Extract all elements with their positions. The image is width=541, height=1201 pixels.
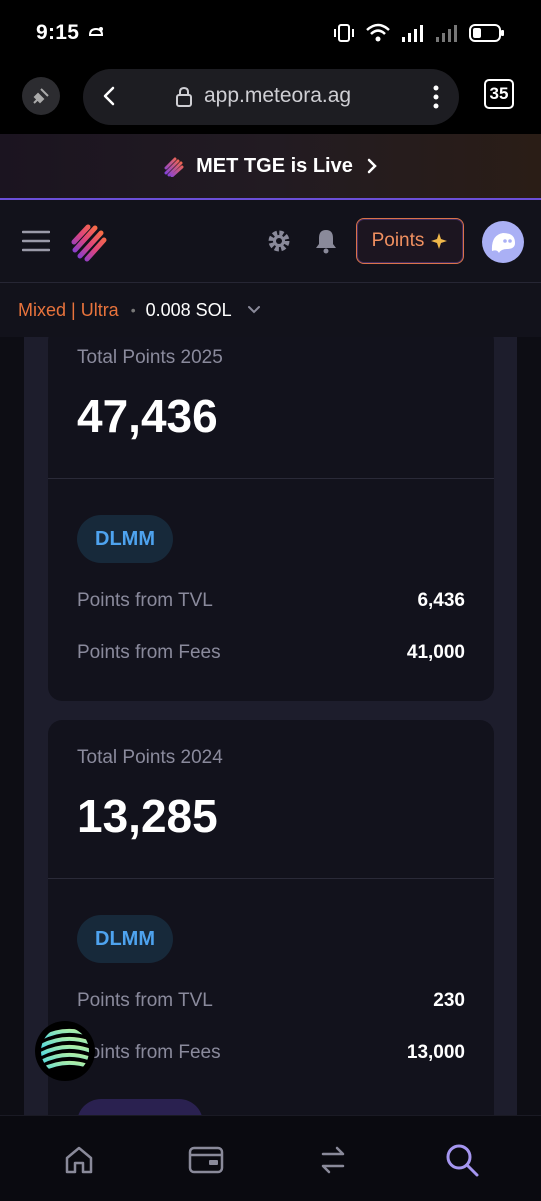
gear-icon[interactable]: [266, 228, 292, 254]
nav-wallet[interactable]: [186, 1140, 226, 1180]
status-time: 9:15: [36, 21, 80, 44]
row-label: Points from TVL: [77, 590, 213, 611]
vibrate-icon: [334, 24, 354, 42]
search-icon: [446, 1144, 479, 1177]
wallet-bar[interactable]: Mixed | Ultra • 0.008 SOL: [0, 283, 541, 337]
app-header: Points: [0, 200, 541, 283]
points-button-label: Points: [371, 230, 425, 251]
chevron-down-icon[interactable]: [246, 304, 262, 316]
bell-icon[interactable]: [314, 228, 338, 254]
dlmm-badge: DLMM: [77, 915, 173, 963]
wallet-mode: Mixed | Ultra: [18, 299, 119, 320]
row-value: 41,000: [406, 642, 465, 663]
wallet-balance: 0.008 SOL: [145, 299, 232, 320]
card-title: Total Points 2024: [77, 747, 223, 768]
lock-icon: [176, 86, 192, 107]
nav-home[interactable]: [59, 1140, 99, 1180]
meteora-small-logo: [164, 157, 184, 177]
home-icon: [65, 1146, 93, 1174]
bottom-navigation: [0, 1115, 541, 1201]
card-total: 47,436: [77, 390, 218, 442]
url-text[interactable]: app.meteora.ag: [204, 84, 351, 108]
url-bar[interactable]: app.meteora.ag: [83, 69, 459, 125]
tge-banner[interactable]: MET TGE is Live: [0, 134, 541, 200]
points-card-2025: Total Points 2025 47,436 DLMM Points fro…: [48, 337, 494, 701]
nav-swap[interactable]: [313, 1140, 353, 1180]
row-value: 6,436: [417, 590, 465, 611]
dlmm-badge: DLMM: [77, 515, 173, 563]
row-value: 230: [433, 990, 465, 1011]
status-bar: 9:15: [0, 0, 541, 66]
card-total: 13,285: [77, 790, 218, 842]
divider: [48, 878, 494, 879]
floating-assistant-button[interactable]: [35, 1021, 95, 1081]
row-value: 13,000: [406, 1042, 465, 1063]
browser-toolbar: app.meteora.ag 35: [0, 66, 541, 134]
ghost-avatar[interactable]: [482, 221, 524, 263]
signal-icon: [402, 25, 423, 42]
separator-dot: •: [130, 302, 136, 318]
divider: [48, 478, 494, 479]
banner-text: MET TGE is Live: [196, 154, 353, 177]
striped-orb-icon: [41, 1028, 89, 1073]
card-title: Total Points 2025: [77, 347, 223, 368]
plug-icon: [33, 88, 49, 104]
ghost-icon: [491, 233, 515, 253]
row-label: Points from Fees: [77, 642, 221, 663]
row-label: Points from TVL: [77, 990, 213, 1011]
points-card-2024: Total Points 2024 13,285 DLMM Points fro…: [48, 720, 494, 1115]
more-icon[interactable]: [433, 84, 439, 110]
back-icon[interactable]: [97, 83, 123, 109]
notification-icon: [89, 27, 104, 36]
nav-search[interactable]: [442, 1140, 482, 1180]
points-panel: Total Points 2025 47,436 DLMM Points fro…: [24, 337, 517, 1115]
status-icons: [333, 22, 505, 44]
extension-button[interactable]: [22, 77, 60, 115]
wallet-icon: [188, 1146, 224, 1174]
row-label: Points from Fees: [77, 1042, 221, 1063]
points-button[interactable]: Points: [356, 218, 464, 264]
menu-icon[interactable]: [22, 230, 50, 252]
swap-icon: [321, 1146, 345, 1174]
sparkle-icon: [431, 233, 448, 249]
meteora-logo[interactable]: [70, 220, 108, 262]
wifi-icon: [366, 23, 390, 42]
battery-icon: [469, 24, 504, 42]
chevron-right-icon: [367, 158, 377, 174]
damm-badge: DAMM v1: [77, 1099, 204, 1115]
tab-switcher-button[interactable]: 35: [484, 79, 514, 109]
points-content: Total Points 2025 47,436 DLMM Points fro…: [0, 337, 541, 1115]
signal-icon-2: [436, 25, 457, 42]
